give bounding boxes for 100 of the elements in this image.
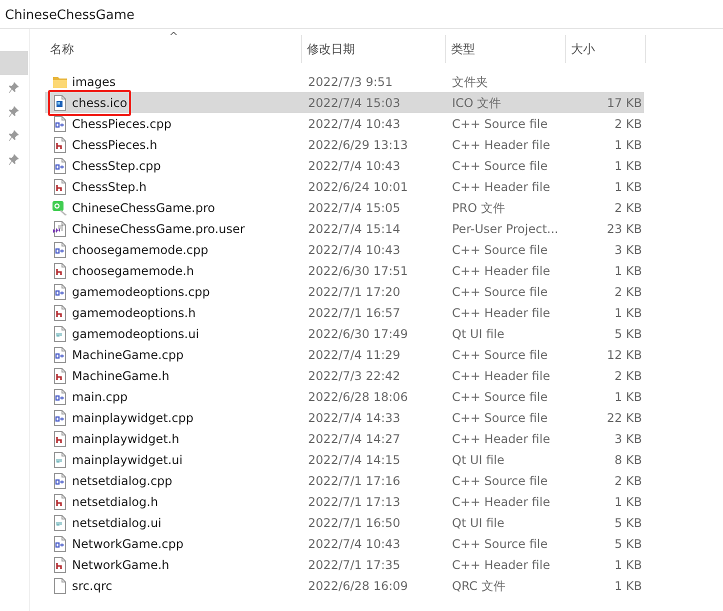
file-name: gamemodeoptions.h bbox=[72, 304, 196, 322]
cpp-file-icon bbox=[52, 116, 68, 132]
file-row[interactable]: images 2022/7/3 9:51 文件夹 bbox=[45, 71, 644, 92]
cpp-file-icon bbox=[52, 284, 68, 300]
pin-icon bbox=[9, 82, 19, 92]
file-type: Qt UI file bbox=[451, 326, 506, 342]
file-type: C++ Header file bbox=[451, 178, 552, 196]
file-row[interactable]: src.qrc 2022/6/28 16:09 QRC 文件 1 KB bbox=[45, 575, 644, 596]
file-row[interactable]: gamemodeoptions.h 2022/7/1 16:57 C++ Header file 1 KB bbox=[45, 302, 644, 323]
file-row[interactable]: gamemodeoptions.cpp 2022/7/1 17:20 C++ Source file 2 KB bbox=[45, 281, 644, 302]
file-row[interactable]: MachineGame.h 2022/7/3 22:42 C++ Header file 2 KB bbox=[45, 365, 644, 386]
file-row[interactable]: netsetdialog.cpp 2022/7/1 17:16 C++ Source file 2 KB bbox=[45, 470, 644, 491]
file-size: 2 KB bbox=[613, 200, 642, 216]
file-name: choosegamemode.cpp bbox=[72, 242, 208, 258]
cpp-file-icon bbox=[52, 472, 68, 488]
file-row[interactable]: mainplaywidget.h 2022/7/4 14:27 C++ Header file 3 KB bbox=[45, 428, 644, 449]
file-row[interactable]: ChessStep.cpp 2022/7/4 10:43 C++ Source file 1 KB bbox=[45, 155, 644, 176]
header-file-icon bbox=[52, 494, 68, 510]
file-name: netsetdialog.ui bbox=[72, 514, 162, 532]
file-name: images bbox=[72, 74, 116, 90]
file-type: QRC 文件 bbox=[451, 578, 506, 594]
modified-date: 2022/7/4 10:43 bbox=[307, 536, 402, 552]
file-row[interactable]: ChineseChessGame.pro.user 2022/7/4 15:14 Per-User Project... 23 KB bbox=[45, 218, 644, 239]
column-header[interactable]: 大小 bbox=[566, 35, 646, 63]
modified-date: 2022/7/1 17:13 bbox=[307, 494, 402, 510]
file-name: NetworkGame.cpp bbox=[72, 536, 184, 552]
file-name: mainplaywidget.ui bbox=[72, 452, 183, 468]
file-row[interactable]: gamemodeoptions.ui 2022/6/30 17:49 Qt UI file 5 KB bbox=[45, 323, 644, 344]
file-name: ChessStep.cpp bbox=[72, 158, 161, 174]
file-size: 1 KB bbox=[613, 494, 642, 510]
file-size: 1 KB bbox=[613, 158, 642, 174]
header-file-icon bbox=[52, 178, 68, 194]
column-header[interactable]: 名称 bbox=[45, 35, 302, 63]
file-row[interactable]: netsetdialog.h 2022/7/1 17:13 C++ Header file 1 KB bbox=[45, 491, 644, 512]
column-header[interactable]: 类型 bbox=[446, 35, 566, 63]
file-row[interactable]: ChessPieces.h 2022/6/29 13:13 C++ Header file 1 KB bbox=[45, 134, 644, 155]
file-size: 2 KB bbox=[613, 472, 642, 490]
header-file-icon bbox=[52, 136, 68, 152]
file-name: NetworkGame.h bbox=[72, 556, 170, 574]
file-name: src.qrc bbox=[72, 578, 112, 594]
file-name: gamemodeoptions.ui bbox=[72, 326, 200, 342]
file-name: netsetdialog.cpp bbox=[72, 472, 172, 490]
file-type: PRO 文件 bbox=[451, 200, 506, 216]
file-row[interactable]: NetworkGame.h 2022/7/1 17:35 C++ Header file 1 KB bbox=[45, 554, 644, 575]
file-type: C++ Source file bbox=[451, 158, 549, 174]
file-name: main.cpp bbox=[72, 388, 128, 406]
pin-icon bbox=[9, 130, 19, 140]
file-type: C++ Header file bbox=[451, 304, 552, 322]
file-size: 3 KB bbox=[613, 242, 642, 258]
file-type: C++ Header file bbox=[451, 368, 552, 384]
file-row[interactable]: mainplaywidget.ui 2022/7/4 14:15 Qt UI file 8 KB bbox=[45, 449, 644, 470]
file-name: ChessPieces.cpp bbox=[72, 116, 172, 132]
modified-date: 2022/7/4 10:43 bbox=[307, 116, 402, 132]
modified-date: 2022/7/4 11:29 bbox=[307, 346, 402, 364]
file-row[interactable]: ChessPieces.cpp 2022/7/4 10:43 C++ Source file 2 KB bbox=[45, 113, 644, 134]
column-header[interactable]: 修改日期 bbox=[302, 35, 446, 63]
file-name: chess.ico bbox=[72, 94, 128, 112]
file-type: C++ Header file bbox=[451, 262, 552, 280]
file-row[interactable]: ChineseChessGame.pro 2022/7/4 15:05 PRO 文件 2 KB bbox=[45, 197, 644, 218]
file-name: mainplaywidget.cpp bbox=[72, 410, 194, 426]
file-row[interactable]: netsetdialog.ui 2022/7/1 16:50 Qt UI file 5 KB bbox=[45, 512, 644, 533]
file-type: C++ Source file bbox=[451, 536, 549, 552]
file-size: 1 KB bbox=[613, 262, 642, 280]
file-row[interactable]: MachineGame.cpp 2022/7/4 11:29 C++ Source file 12 KB bbox=[45, 344, 644, 365]
file-size: 1 KB bbox=[613, 304, 642, 322]
file-row[interactable]: choosegamemode.cpp 2022/7/4 10:43 C++ Source file 3 KB bbox=[45, 239, 644, 260]
file-size: 1 KB bbox=[613, 578, 642, 594]
file-type: C++ Header file bbox=[451, 556, 552, 574]
file-size: 1 KB bbox=[613, 388, 642, 406]
modified-date: 2022/7/1 17:16 bbox=[307, 472, 402, 490]
user-file-icon bbox=[52, 220, 68, 236]
file-type: C++ Header file bbox=[451, 430, 552, 448]
header-file-icon bbox=[52, 430, 68, 446]
ui-file-icon bbox=[52, 514, 68, 530]
selected-row[interactable]: chess.ico 2022/7/4 15:03 ICO 文件 17 KB bbox=[45, 92, 644, 113]
file-row[interactable]: mainplaywidget.cpp 2022/7/4 14:33 C++ Source file 22 KB bbox=[45, 407, 644, 428]
modified-date: 2022/6/28 16:09 bbox=[307, 578, 409, 594]
modified-date: 2022/6/28 18:06 bbox=[307, 388, 409, 406]
file-size: 12 KB bbox=[606, 346, 642, 364]
file-row[interactable]: NetworkGame.cpp 2022/7/4 10:43 C++ Source file 5 KB bbox=[45, 533, 644, 554]
file-row[interactable]: ChessStep.h 2022/6/24 10:01 C++ Header file 1 KB bbox=[45, 176, 644, 197]
cpp-file-icon bbox=[52, 536, 68, 552]
file-row[interactable]: choosegamemode.h 2022/6/30 17:51 C++ Header file 1 KB bbox=[45, 260, 644, 281]
file-type: C++ Source file bbox=[451, 346, 549, 364]
file-type: C++ Source file bbox=[451, 388, 549, 406]
file-name: ChineseChessGame.pro.user bbox=[72, 220, 245, 238]
project-file-icon bbox=[52, 200, 68, 216]
modified-date: 2022/7/1 16:57 bbox=[307, 304, 402, 322]
ui-file-icon bbox=[52, 326, 68, 342]
file-name: ChessStep.h bbox=[72, 178, 147, 196]
file-row[interactable]: main.cpp 2022/6/28 18:06 C++ Source file 1 KB bbox=[45, 386, 644, 407]
modified-date: 2022/6/29 13:13 bbox=[307, 136, 409, 154]
file-type: Qt UI file bbox=[451, 452, 506, 468]
modified-date: 2022/7/4 15:03 bbox=[307, 94, 402, 112]
file-name: MachineGame.cpp bbox=[72, 346, 184, 364]
cpp-file-icon bbox=[52, 388, 68, 404]
file-name: gamemodeoptions.cpp bbox=[72, 284, 210, 300]
file-size: 2 KB bbox=[613, 116, 642, 132]
file-name: ChessPieces.h bbox=[72, 136, 158, 154]
file-type: C++ Source file bbox=[451, 242, 549, 258]
